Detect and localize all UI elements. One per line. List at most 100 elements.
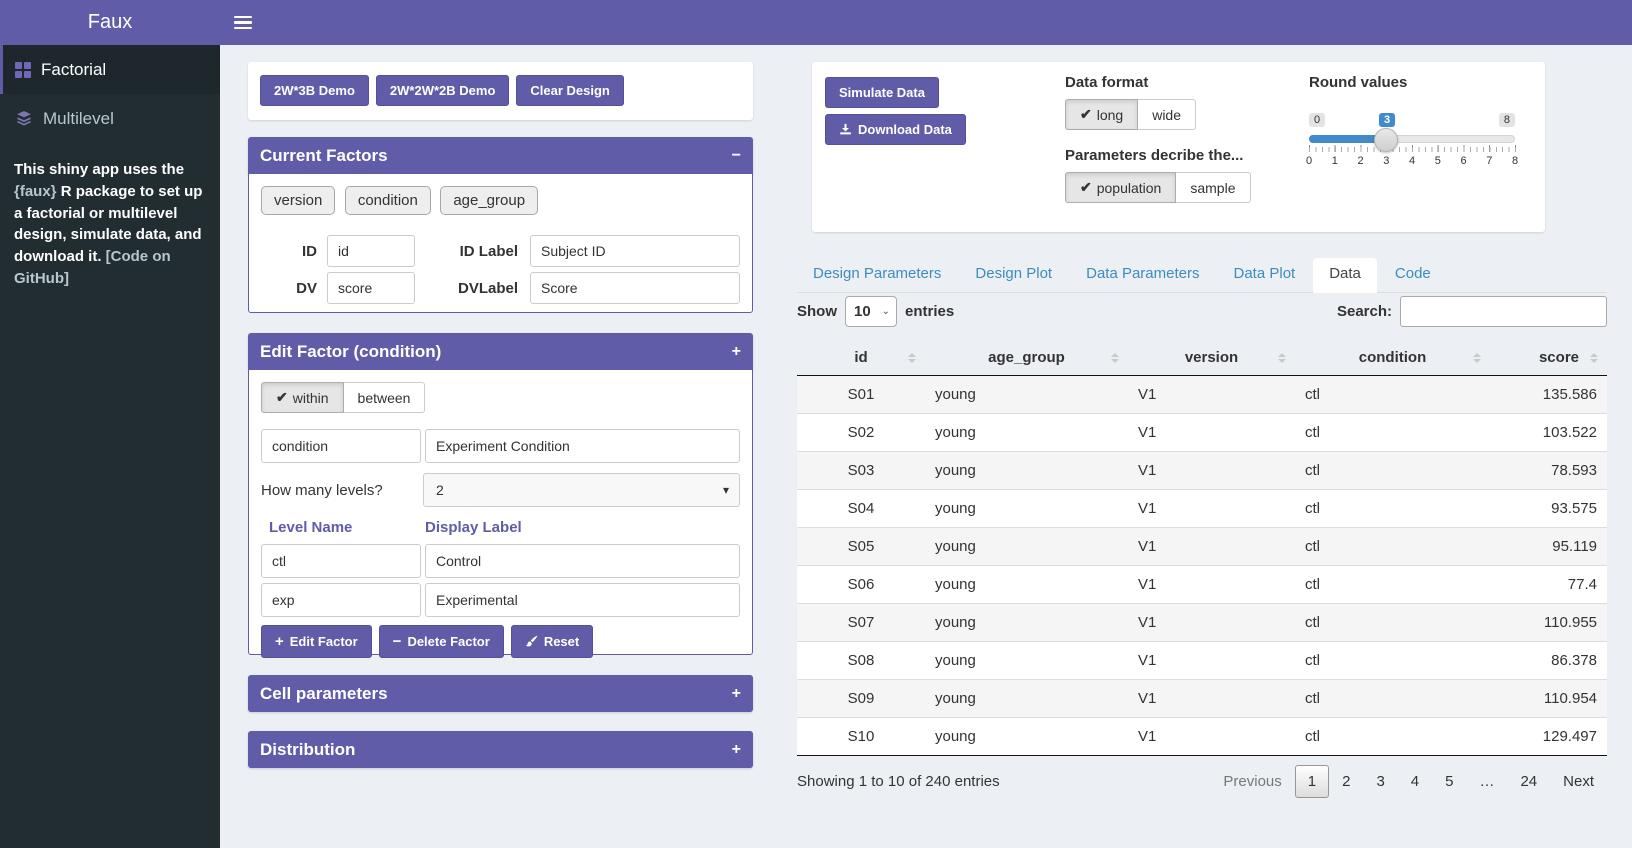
factor-label-input[interactable] xyxy=(425,429,740,463)
check-icon: ✔ xyxy=(276,389,288,406)
tab-data[interactable]: Data xyxy=(1313,258,1377,293)
parameters-describe-label: Parameters decribe the... xyxy=(1065,147,1251,164)
slider-handle[interactable] xyxy=(1374,128,1398,152)
factor-chip-age-group[interactable]: age_group xyxy=(440,186,538,215)
clear-design-button[interactable]: Clear Design xyxy=(516,75,623,106)
simulate-box: Simulate Data Download Data Data format … xyxy=(812,62,1545,232)
faux-package-link[interactable]: {faux} xyxy=(14,183,57,200)
column-header-condition[interactable]: condition xyxy=(1295,340,1490,376)
search-input[interactable] xyxy=(1400,296,1607,327)
edit-factor-panel: Edit Factor (condition) + ✔ within betwe… xyxy=(248,333,753,655)
round-values-slider: 0 3 8 0 1 2 3 4 5 6 7 8 xyxy=(1309,99,1515,191)
format-wide-toggle[interactable]: wide xyxy=(1138,99,1196,130)
expand-icon[interactable]: + xyxy=(732,685,741,703)
delete-factor-button[interactable]: − Delete Factor xyxy=(379,625,504,658)
level-label-input-1[interactable] xyxy=(425,544,740,578)
factor-type-within-toggle[interactable]: ✔ within xyxy=(261,382,344,413)
demo-2w3b-button[interactable]: 2W*3B Demo xyxy=(260,75,369,106)
tab-design-parameters[interactable]: Design Parameters xyxy=(797,258,957,292)
table-row[interactable]: S10youngV1ctl129.497 xyxy=(797,718,1607,756)
panel-title: Current Factors xyxy=(260,146,388,166)
parameters-population-toggle[interactable]: ✔ population xyxy=(1065,172,1176,203)
table-row[interactable]: S01youngV1ctl135.586 xyxy=(797,376,1607,414)
table-row[interactable]: S08youngV1ctl86.378 xyxy=(797,642,1607,680)
column-header-version[interactable]: version xyxy=(1128,340,1295,376)
sort-icon xyxy=(908,353,916,363)
factor-chip-version[interactable]: version xyxy=(261,186,335,215)
show-label: Show xyxy=(797,303,837,320)
id-label-input[interactable] xyxy=(530,235,740,267)
table-row[interactable]: S09youngV1ctl110.954 xyxy=(797,680,1607,718)
previous-page-button[interactable]: Previous xyxy=(1210,765,1294,798)
sidebar-item-factorial[interactable]: Factorial xyxy=(0,45,220,94)
page-button-3[interactable]: 3 xyxy=(1363,765,1397,798)
column-header-score[interactable]: score xyxy=(1490,340,1607,376)
sidebar-item-label: Factorial xyxy=(41,60,106,80)
tab-data-plot[interactable]: Data Plot xyxy=(1218,258,1312,292)
app-logo[interactable]: Faux xyxy=(0,0,220,45)
slider-minor-ticks xyxy=(1309,147,1516,152)
expand-icon[interactable]: + xyxy=(732,741,741,759)
collapse-icon[interactable]: − xyxy=(732,147,741,165)
table-row[interactable]: S03youngV1ctl78.593 xyxy=(797,452,1607,490)
page-button-2[interactable]: 2 xyxy=(1329,765,1363,798)
page-button-5[interactable]: 5 xyxy=(1432,765,1466,798)
tab-code[interactable]: Code xyxy=(1379,258,1447,292)
download-data-button[interactable]: Download Data xyxy=(825,114,966,145)
level-label-input-2[interactable] xyxy=(425,583,740,617)
page-length-select[interactable]: 10 ⌄ xyxy=(845,296,897,327)
format-long-toggle[interactable]: ✔ long xyxy=(1065,99,1138,130)
column-header-id[interactable]: id xyxy=(797,340,925,376)
level-name-input-1[interactable] xyxy=(261,544,421,578)
download-icon xyxy=(839,122,852,137)
round-values-label: Round values xyxy=(1309,74,1527,91)
id-input[interactable] xyxy=(327,235,415,267)
sort-icon xyxy=(1590,353,1598,363)
column-header-age-group[interactable]: age_group xyxy=(925,340,1128,376)
edit-factor-header[interactable]: Edit Factor (condition) + xyxy=(248,333,753,370)
distribution-header[interactable]: Distribution + xyxy=(248,731,753,768)
table-row[interactable]: S02youngV1ctl103.522 xyxy=(797,414,1607,452)
cell-parameters-header[interactable]: Cell parameters + xyxy=(248,675,753,712)
next-page-button[interactable]: Next xyxy=(1550,765,1607,798)
slider-tick-labels: 0 1 2 3 4 5 6 7 8 xyxy=(1309,155,1515,169)
page-button-1[interactable]: 1 xyxy=(1295,765,1329,798)
brush-icon xyxy=(525,634,538,649)
dv-input[interactable] xyxy=(327,272,415,304)
table-row[interactable]: S06youngV1ctl77.4 xyxy=(797,566,1607,604)
search-label: Search: xyxy=(1337,303,1392,320)
edit-factor-button[interactable]: + Edit Factor xyxy=(261,625,372,658)
simulate-data-button[interactable]: Simulate Data xyxy=(825,77,939,108)
caret-down-icon: ▾ xyxy=(723,483,729,497)
factor-type-between-toggle[interactable]: between xyxy=(344,382,426,413)
table-row[interactable]: S07youngV1ctl110.955 xyxy=(797,604,1607,642)
sidebar-toggle-button[interactable] xyxy=(220,0,266,45)
factor-chip-condition[interactable]: condition xyxy=(345,186,431,215)
dv-label-input[interactable] xyxy=(530,272,740,304)
entries-label: entries xyxy=(905,303,954,320)
demo-2w2w2b-button[interactable]: 2W*2W*2B Demo xyxy=(376,75,509,106)
levels-count-select[interactable]: 2 ▾ xyxy=(423,473,740,507)
page-button-24[interactable]: 24 xyxy=(1507,765,1550,798)
sidebar-item-multilevel[interactable]: Multilevel xyxy=(0,94,220,143)
page-button-4[interactable]: 4 xyxy=(1398,765,1432,798)
page-ellipsis: … xyxy=(1466,765,1507,798)
tab-data-parameters[interactable]: Data Parameters xyxy=(1070,258,1215,292)
factor-name-input[interactable] xyxy=(261,429,421,463)
level-name-input-2[interactable] xyxy=(261,583,421,617)
plus-icon: + xyxy=(275,633,284,650)
collapse-icon[interactable]: + xyxy=(732,343,741,361)
results-tabbar: Design Parameters Design Plot Data Param… xyxy=(797,258,1607,293)
reset-button[interactable]: Reset xyxy=(511,625,593,658)
current-factors-header[interactable]: Current Factors − xyxy=(248,137,753,174)
datatable-controls: Show 10 ⌄ entries Search: xyxy=(797,296,1607,328)
table-row[interactable]: S04youngV1ctl93.575 xyxy=(797,490,1607,528)
slider-max-badge: 8 xyxy=(1499,113,1515,127)
data-format-label: Data format xyxy=(1065,74,1251,91)
minus-icon: − xyxy=(393,633,402,650)
parameters-sample-toggle[interactable]: sample xyxy=(1176,172,1250,203)
table-row[interactable]: S05youngV1ctl95.119 xyxy=(797,528,1607,566)
panel-title: Distribution xyxy=(260,740,355,760)
tab-design-plot[interactable]: Design Plot xyxy=(959,258,1068,292)
level-name-header: Level Name xyxy=(261,519,425,536)
